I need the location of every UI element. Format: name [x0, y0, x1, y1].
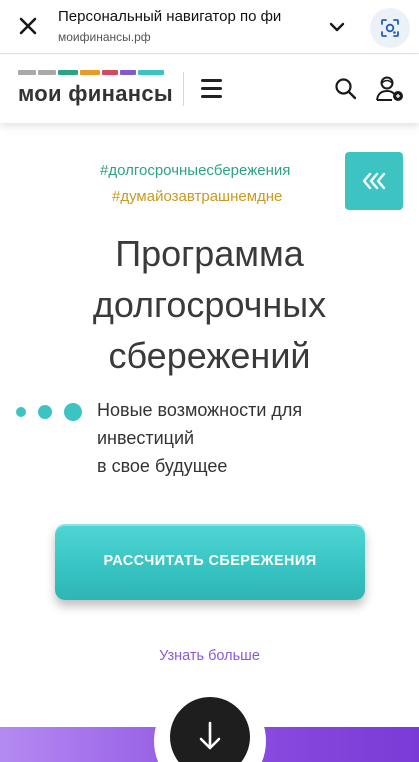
hero-title: Программа долгосрочных сбережений	[0, 228, 419, 381]
google-lens-icon	[381, 19, 399, 37]
header-divider	[183, 72, 184, 106]
site-header: мои финансы	[0, 55, 419, 123]
hero-subtitle-line-2: инвестиций	[97, 428, 195, 448]
logo-stripe	[58, 70, 78, 75]
calculate-savings-button[interactable]: РАССЧИТАТЬ СБЕРЕЖЕНИЯ	[55, 524, 365, 600]
hero-subtitle-line-3: в свое будущее	[97, 456, 228, 476]
hero-subtitle-line-1: Новые возможности для	[97, 400, 303, 420]
hero-title-line-1: Программа	[115, 233, 304, 274]
logo-stripe	[80, 70, 100, 75]
page-title: Персональный навигатор по фи	[58, 8, 282, 25]
logo-stripe	[102, 70, 118, 75]
chevrons-left-icon	[362, 172, 386, 190]
logo-stripe	[38, 70, 56, 75]
arrow-down-icon	[199, 721, 221, 750]
logo-stripe	[138, 70, 164, 75]
decorative-dots	[16, 402, 84, 421]
chevron-down-icon[interactable]	[325, 15, 349, 39]
page-url: моифинансы.рф	[58, 30, 151, 44]
browser-top-bar: Персональный навигатор по фи моифинансы.…	[0, 0, 419, 54]
close-icon[interactable]	[14, 12, 42, 40]
hamburger-menu-icon[interactable]	[198, 76, 226, 102]
site-logo[interactable]: мои финансы	[18, 81, 173, 107]
calculate-savings-label: РАССЧИТАТЬ СБЕРЕЖЕНИЯ	[103, 553, 317, 569]
hero-title-line-2: долгосрочных	[92, 284, 327, 325]
google-lens-button[interactable]	[370, 8, 410, 48]
hero-title-line-3: сбережений	[108, 335, 311, 376]
user-account-icon[interactable]	[375, 75, 405, 103]
logo-stripe	[120, 70, 136, 75]
learn-more-link[interactable]: Узнать больше	[0, 648, 419, 664]
collapse-button[interactable]	[345, 152, 403, 210]
logo-stripe	[18, 70, 36, 75]
search-icon[interactable]	[333, 76, 359, 102]
hero-subtitle: Новые возможности для инвестиций в свое …	[97, 396, 397, 480]
logo-stripes	[18, 70, 164, 75]
